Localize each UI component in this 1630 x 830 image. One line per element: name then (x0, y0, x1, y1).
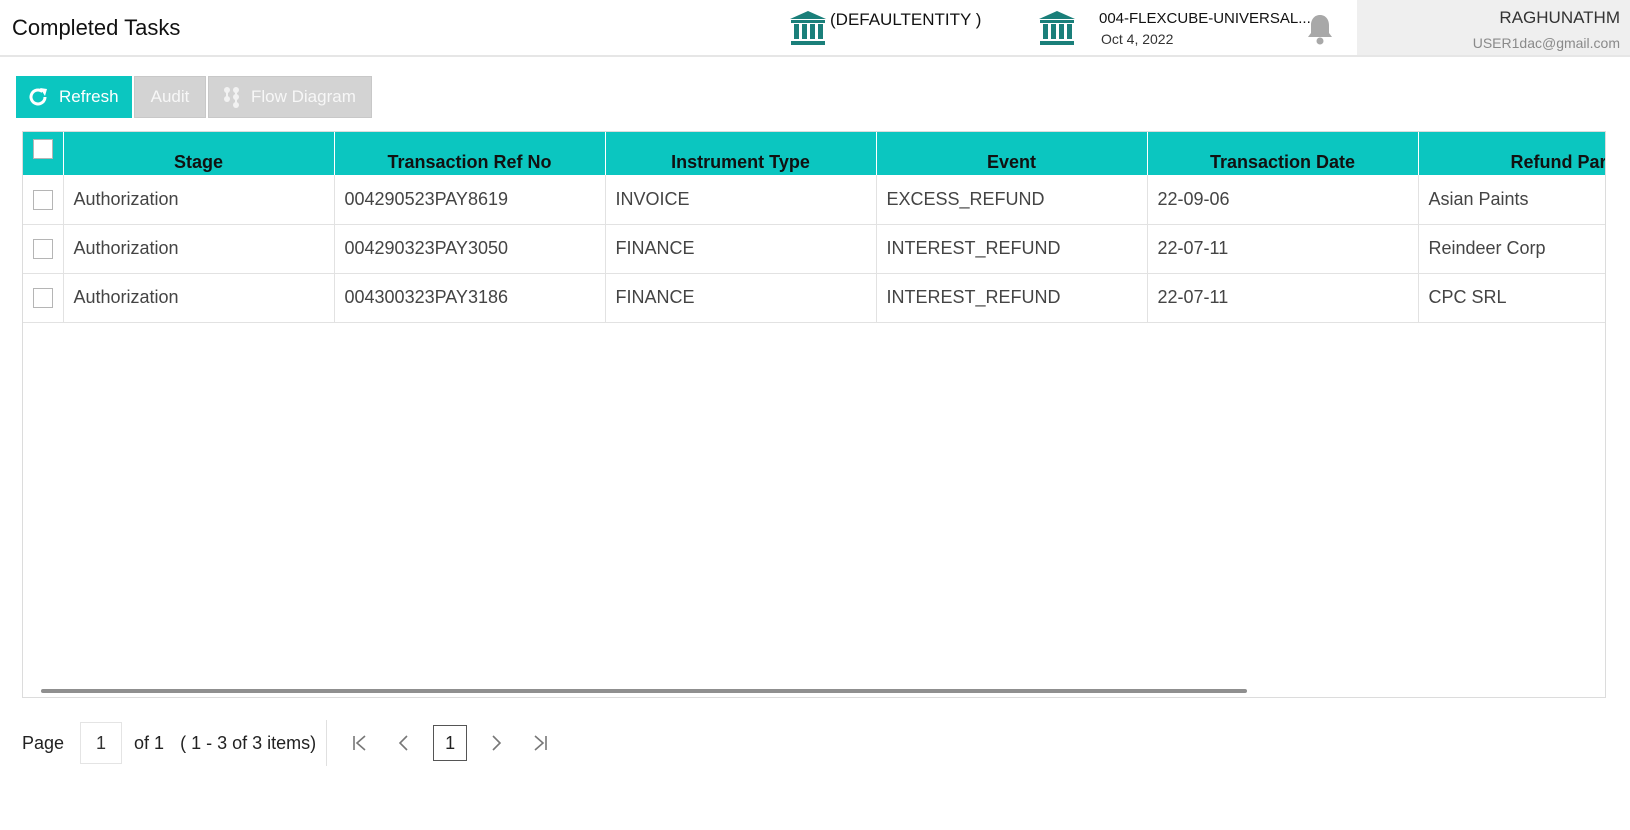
chevron-right-icon (492, 735, 502, 751)
branch-selector[interactable]: 004-FLEXCUBE-UNIVERSAL... Oct 4, 2022 (1037, 8, 1311, 48)
column-header-transaction-date[interactable]: Transaction Date (1147, 132, 1419, 175)
items-summary: ( 1 - 3 of 3 items) (180, 732, 317, 753)
cell-refund-party: Reindeer Corp (1418, 224, 1605, 274)
page-title: Completed Tasks (12, 15, 181, 40)
horizontal-scrollbar[interactable] (41, 689, 1247, 693)
cell-transaction-ref-no: 004300323PAY3186 (334, 273, 606, 323)
first-page-button[interactable] (345, 728, 375, 758)
cell-refund-party: CPC SRL (1418, 273, 1605, 323)
user-name: RAGHUNATHM (1499, 8, 1620, 27)
column-header-stage[interactable]: Stage (63, 132, 335, 175)
cell-instrument-type: FINANCE (605, 273, 877, 323)
last-page-button[interactable] (525, 728, 555, 758)
toolbar: Refresh Audit Flow Diagram (16, 76, 374, 118)
cell-event: EXCESS_REFUND (876, 175, 1148, 225)
tasks-grid: Stage Transaction Ref No Instrument Type… (22, 131, 1606, 698)
cell-transaction-ref-no: 004290323PAY3050 (334, 224, 606, 274)
flow-diagram-button[interactable]: Flow Diagram (208, 76, 372, 118)
page-number-input[interactable]: 1 (80, 722, 123, 764)
audit-button[interactable]: Audit (134, 76, 206, 118)
row-select-cell (23, 273, 64, 323)
cell-event: INTEREST_REFUND (876, 224, 1148, 274)
select-all-cell (23, 132, 64, 175)
cell-transaction-ref-no: 004290523PAY8619 (334, 175, 606, 225)
tasks-table: Stage Transaction Ref No Instrument Type… (23, 132, 1605, 323)
table-header-row: Stage Transaction Ref No Instrument Type… (23, 132, 1605, 175)
cell-event: INTEREST_REFUND (876, 273, 1148, 323)
column-header-refund-party[interactable]: Refund Party (1418, 132, 1605, 175)
column-header-instrument-type[interactable]: Instrument Type (605, 132, 877, 175)
refresh-button[interactable]: Refresh (16, 76, 132, 118)
bank-icon (790, 11, 826, 45)
column-header-transaction-ref-no[interactable]: Transaction Ref No (334, 132, 606, 175)
branch-date: Oct 4, 2022 (1101, 31, 1174, 47)
app-header: Completed Tasks (DEFAULTENTITY ) 004-FLE… (0, 0, 1630, 57)
audit-label: Audit (150, 87, 190, 106)
pager: Page 1 of 1 ( 1 - 3 of 3 items) 1 (22, 720, 569, 766)
row-checkbox[interactable] (32, 288, 53, 309)
user-profile[interactable]: RAGHUNATHM USER1dac@gmail.com (1357, 0, 1630, 55)
last-page-icon (534, 735, 547, 751)
cell-transaction-date: 22-07-11 (1147, 273, 1419, 323)
entity-label: (DEFAULTENTITY ) (830, 10, 982, 29)
entity-selector[interactable]: (DEFAULTENTITY ) (788, 8, 981, 48)
table-row[interactable]: Authorization 004290323PAY3050 FINANCE I… (23, 224, 1605, 274)
cell-instrument-type: FINANCE (605, 224, 877, 274)
row-select-cell (23, 175, 64, 225)
branch-name: 004-FLEXCUBE-UNIVERSAL... (1099, 10, 1311, 27)
refresh-icon (29, 88, 47, 106)
flow-diagram-icon (224, 87, 239, 108)
pager-divider (326, 720, 328, 766)
page-label: Page (22, 732, 65, 753)
table-row[interactable]: Authorization 004290523PAY8619 INVOICE E… (23, 175, 1605, 225)
table-row[interactable]: Authorization 004300323PAY3186 FINANCE I… (23, 273, 1605, 323)
first-page-icon (353, 735, 366, 751)
cell-stage: Authorization (63, 224, 335, 274)
select-all-checkbox[interactable] (32, 139, 53, 159)
column-header-event[interactable]: Event (876, 132, 1148, 175)
cell-instrument-type: INVOICE (605, 175, 877, 225)
row-checkbox[interactable] (32, 189, 53, 210)
cell-transaction-date: 22-09-06 (1147, 175, 1419, 225)
previous-page-button[interactable] (389, 728, 419, 758)
user-email: USER1dac@gmail.com (1472, 35, 1620, 51)
cell-transaction-date: 22-07-11 (1147, 224, 1419, 274)
refresh-label: Refresh (59, 87, 119, 106)
next-page-button[interactable] (481, 728, 511, 758)
row-checkbox[interactable] (32, 239, 53, 260)
chevron-left-icon (398, 735, 408, 751)
page-of-label: of 1 (134, 732, 165, 753)
row-select-cell (23, 224, 64, 274)
cell-stage: Authorization (63, 175, 335, 225)
bank-icon (1039, 11, 1075, 45)
notification-bell-icon[interactable] (1305, 12, 1335, 46)
current-page-button[interactable]: 1 (433, 725, 468, 761)
cell-stage: Authorization (63, 273, 335, 323)
cell-refund-party: Asian Paints (1418, 175, 1605, 225)
flow-diagram-label: Flow Diagram (251, 87, 356, 106)
